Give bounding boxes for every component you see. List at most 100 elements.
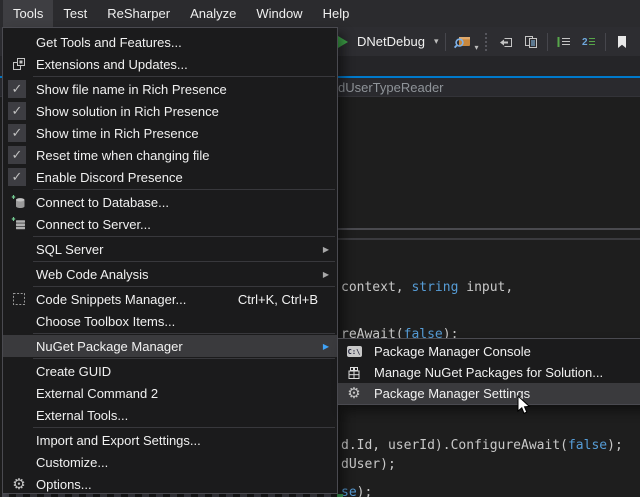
checkmark-icon: ✓ <box>8 80 26 98</box>
menu-item-label: Choose Toolbox Items... <box>36 314 175 329</box>
menu-item-label: Get Tools and Features... <box>36 35 182 50</box>
bookmark-icon[interactable] <box>613 33 631 51</box>
menu-item-customize[interactable]: Customize... <box>3 451 337 473</box>
submenu-arrow-icon: ▶ <box>323 342 329 351</box>
comment-lines-icon[interactable] <box>555 33 573 51</box>
tools-menu: Get Tools and Features... Extensions and … <box>2 27 338 494</box>
code-line: d.Id, userId).ConfigureAwait(false); <box>341 438 623 453</box>
submenu-item-label: Manage NuGet Packages for Solution... <box>374 365 603 380</box>
menu-separator <box>33 189 335 190</box>
menu-separator <box>33 286 335 287</box>
menu-item-nuget-package-manager[interactable]: NuGet Package Manager▶ <box>3 335 337 357</box>
menu-separator <box>33 236 335 237</box>
menu-item-label: Code Snippets Manager... <box>36 292 186 307</box>
toolbar-separator <box>547 33 548 51</box>
toolbar-grip[interactable] <box>485 33 490 51</box>
menu-item-label: Create GUID <box>36 364 111 379</box>
checkmark-icon: ✓ <box>8 102 26 120</box>
checkmark-icon: ✓ <box>8 124 26 142</box>
submenu-arrow-icon: ▶ <box>323 270 329 279</box>
menu-item-get-tools-and-features[interactable]: Get Tools and Features... <box>3 31 337 53</box>
submenu-item-manage-nuget-packages-for-solution[interactable]: Manage NuGet Packages for Solution... <box>338 362 640 383</box>
code-segment: se <box>341 485 357 497</box>
menu-item-label: External Command 2 <box>36 386 158 401</box>
code-segment: dUser); <box>341 457 396 472</box>
menu-item-options[interactable]: ⚙Options... <box>3 473 337 495</box>
server-icon <box>10 215 28 233</box>
toolbar-separator <box>445 33 446 51</box>
uncomment-lines-icon[interactable]: 2 <box>580 33 598 51</box>
breadcrumb[interactable]: dUserTypeReader <box>338 80 444 95</box>
code-segment: ); <box>357 485 373 497</box>
code-segment: d.Id, userId).ConfigureAwait( <box>341 438 568 453</box>
menubar-item-help[interactable]: Help <box>313 0 360 27</box>
menu-separator <box>33 427 335 428</box>
editor-splitter-line <box>338 228 640 230</box>
menu-item-import-and-export-settings[interactable]: Import and Export Settings... <box>3 429 337 451</box>
menu-item-label: Connect to Database... <box>36 195 169 210</box>
code-segment: context, <box>341 280 411 295</box>
find-in-files-icon[interactable] <box>453 33 471 51</box>
navigate-back-icon[interactable] <box>497 33 515 51</box>
run-config-caret-icon[interactable]: ▾ <box>434 36 439 47</box>
menubar-item-tools[interactable]: Tools <box>3 0 53 27</box>
menu-item-label: Show file name in Rich Presence <box>36 82 227 97</box>
svg-text:2: 2 <box>582 37 588 48</box>
menu-item-label: Extensions and Updates... <box>36 57 188 72</box>
toolbar: DNetDebug ▾ ▾ <box>338 27 640 56</box>
package-icon <box>345 364 363 382</box>
submenu-item-package-manager-console[interactable]: C:\ Package Manager Console <box>338 341 640 362</box>
editor-splitter-line <box>338 238 640 240</box>
menu-item-label: Web Code Analysis <box>36 267 149 282</box>
mouse-cursor <box>517 395 532 417</box>
code-line: dUser); <box>341 457 396 472</box>
menu-item-external-command-2[interactable]: External Command 2 <box>3 382 337 404</box>
menubar-item-test[interactable]: Test <box>53 0 97 27</box>
run-config-label[interactable]: DNetDebug <box>355 34 427 49</box>
menubar-item-analyze[interactable]: Analyze <box>180 0 246 27</box>
menu-item-shortcut: Ctrl+K, Ctrl+B <box>238 292 318 307</box>
menu-item-external-tools[interactable]: External Tools... <box>3 404 337 426</box>
menu-item-create-guid[interactable]: Create GUID <box>3 360 337 382</box>
nuget-package-manager-submenu: C:\ Package Manager Console Manage NuGet P… <box>337 338 640 405</box>
menubar-item-window[interactable]: Window <box>246 0 312 27</box>
menu-item-web-code-analysis[interactable]: Web Code Analysis ▶ <box>3 263 337 285</box>
code-segment: string <box>411 280 458 295</box>
submenu-item-package-manager-settings[interactable]: ⚙ Package Manager Settings <box>338 383 640 404</box>
toolbar-separator <box>605 33 606 51</box>
menu-item-show-solution-in-rich-presence[interactable]: ✓Show solution in Rich Presence <box>3 100 337 122</box>
menu-item-reset-time-when-changing-file[interactable]: ✓Reset time when changing file <box>3 144 337 166</box>
menu-item-show-file-name-in-rich-presence[interactable]: ✓ Show file name in Rich Presence <box>3 78 337 100</box>
menu-item-extensions-and-updates[interactable]: Extensions and Updates... <box>3 53 337 75</box>
copy-lines-icon[interactable] <box>522 33 540 51</box>
menu-item-label: Show time in Rich Presence <box>36 126 199 141</box>
find-caret-icon[interactable]: ▾ <box>474 43 478 56</box>
gear-icon: ⚙ <box>10 475 28 493</box>
menu-item-choose-toolbox-items[interactable]: Choose Toolbox Items... <box>3 310 337 332</box>
menubar-item-resharper[interactable]: ReSharper <box>97 0 180 27</box>
submenu-arrow-icon: ▶ <box>323 245 329 254</box>
run-icon[interactable] <box>338 36 348 48</box>
menu-item-show-time-in-rich-presence[interactable]: ✓ Show time in Rich Presence <box>3 122 337 144</box>
code-line: se); <box>341 485 372 497</box>
menu-item-connect-to-server[interactable]: Connect to Server... <box>3 213 337 235</box>
menu-item-label: Enable Discord Presence <box>36 170 183 185</box>
menu-item-label: Customize... <box>36 455 108 470</box>
menu-item-code-snippets-manager[interactable]: Code Snippets Manager... Ctrl+K, Ctrl+B <box>3 288 337 310</box>
checkmark-icon: ✓ <box>8 146 26 164</box>
menu-separator <box>33 358 335 359</box>
menu-item-enable-discord-presence[interactable]: ✓Enable Discord Presence <box>3 166 337 188</box>
menu-item-connect-to-database[interactable]: Connect to Database... <box>3 191 337 213</box>
menu-separator <box>33 76 335 77</box>
submenu-item-label: Package Manager Console <box>374 344 531 359</box>
submenu-item-label: Package Manager Settings <box>374 386 530 401</box>
snippets-icon <box>10 290 28 308</box>
console-icon: C:\ <box>345 343 363 361</box>
gear-icon: ⚙ <box>345 385 363 403</box>
code-segment: ); <box>607 438 623 453</box>
menu-bar: ToolsTestReSharperAnalyzeWindowHelp <box>0 0 640 27</box>
code-segment: false <box>568 438 607 453</box>
menu-item-label: SQL Server <box>36 242 103 257</box>
vs-window: ToolsTestReSharperAnalyzeWindowHelp DNet… <box>0 0 640 497</box>
menu-item-sql-server[interactable]: SQL Server ▶ <box>3 238 337 260</box>
